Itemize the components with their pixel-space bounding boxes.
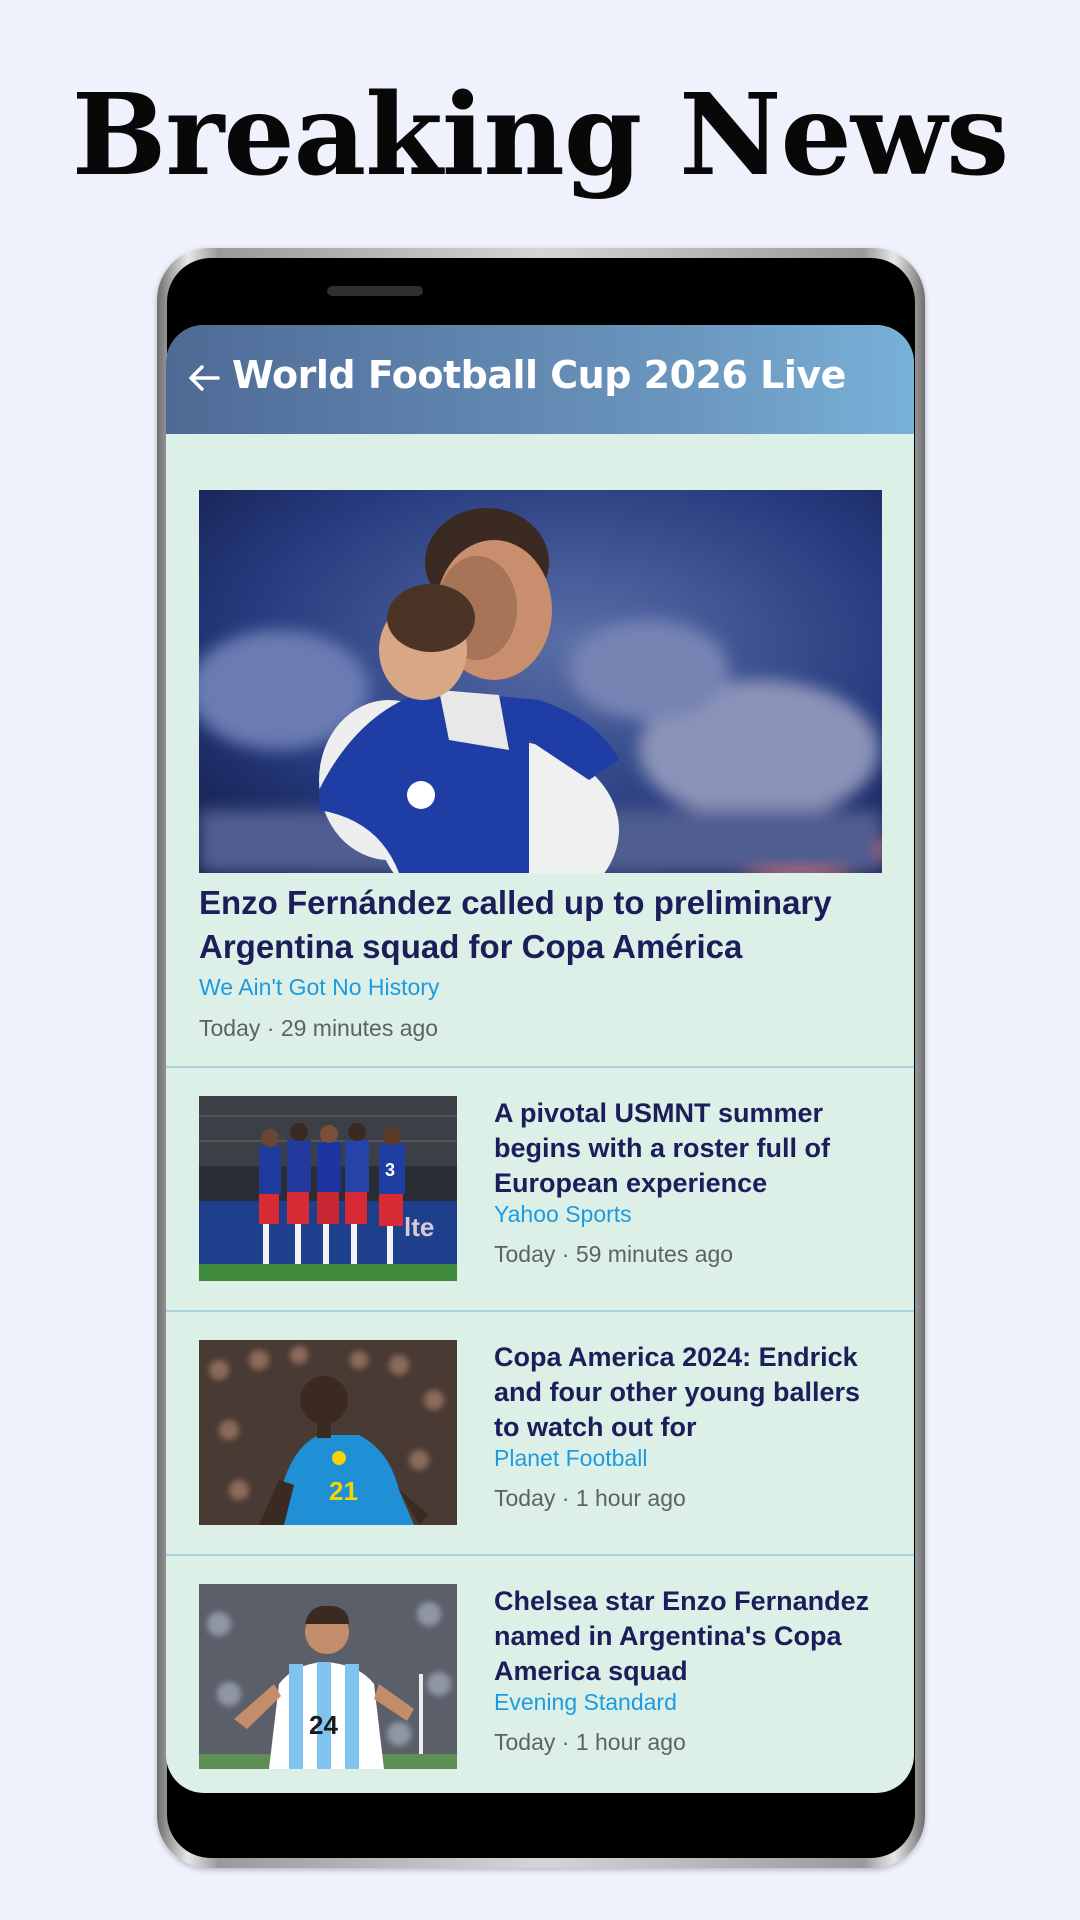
promo-title: Breaking News [71,70,1009,201]
svg-text:24: 24 [309,1710,338,1740]
article-time: Today · 1 hour ago [494,1729,686,1755]
app-bar: World Football Cup 2026 Live [166,325,914,434]
article-source: Evening Standard [494,1689,677,1715]
svg-text:21: 21 [329,1476,358,1506]
article-source: Yahoo Sports [494,1201,632,1227]
article-time: Today · 1 hour ago [494,1485,686,1511]
list-item[interactable]: 21 Copa America 2024: Endrick and four o… [166,1312,914,1556]
svg-text:lte: lte [404,1212,434,1242]
list-item[interactable]: lte 3 A pivotal USMNT summer begins with… [166,1068,914,1312]
article-headline: Enzo Fernández called up to preliminary … [199,884,832,965]
article-source: Planet Football [494,1445,648,1471]
featured-article[interactable]: Enzo Fernández called up to preliminary … [166,434,914,1066]
list-item[interactable]: 24 Chelsea star Enzo Fernandez named in … [166,1556,914,1793]
svg-text:3: 3 [385,1160,395,1180]
article-thumbnail: 21 [199,1340,457,1525]
article-time: Today · 29 minutes ago [199,1015,439,1041]
article-thumbnail: 24 [199,1584,457,1769]
article-thumbnail [199,490,882,873]
article-headline: A pivotal USMNT summer begins with a ros… [494,1098,831,1198]
article-headline: Copa America 2024: Endrick and four othe… [494,1342,861,1442]
article-source: We Ain't Got No History [199,974,440,1000]
app-title: World Football Cup 2026 Live [232,353,846,397]
article-headline: Chelsea star Enzo Fernandez named in Arg… [494,1586,870,1686]
arrow-left-icon[interactable] [184,358,224,398]
article-time: Today · 59 minutes ago [494,1241,734,1267]
phone-speaker [327,286,423,296]
app-screen: World Football Cup 2026 Live Enzo Fernán… [166,325,914,1793]
article-thumbnail: lte 3 [199,1096,457,1281]
